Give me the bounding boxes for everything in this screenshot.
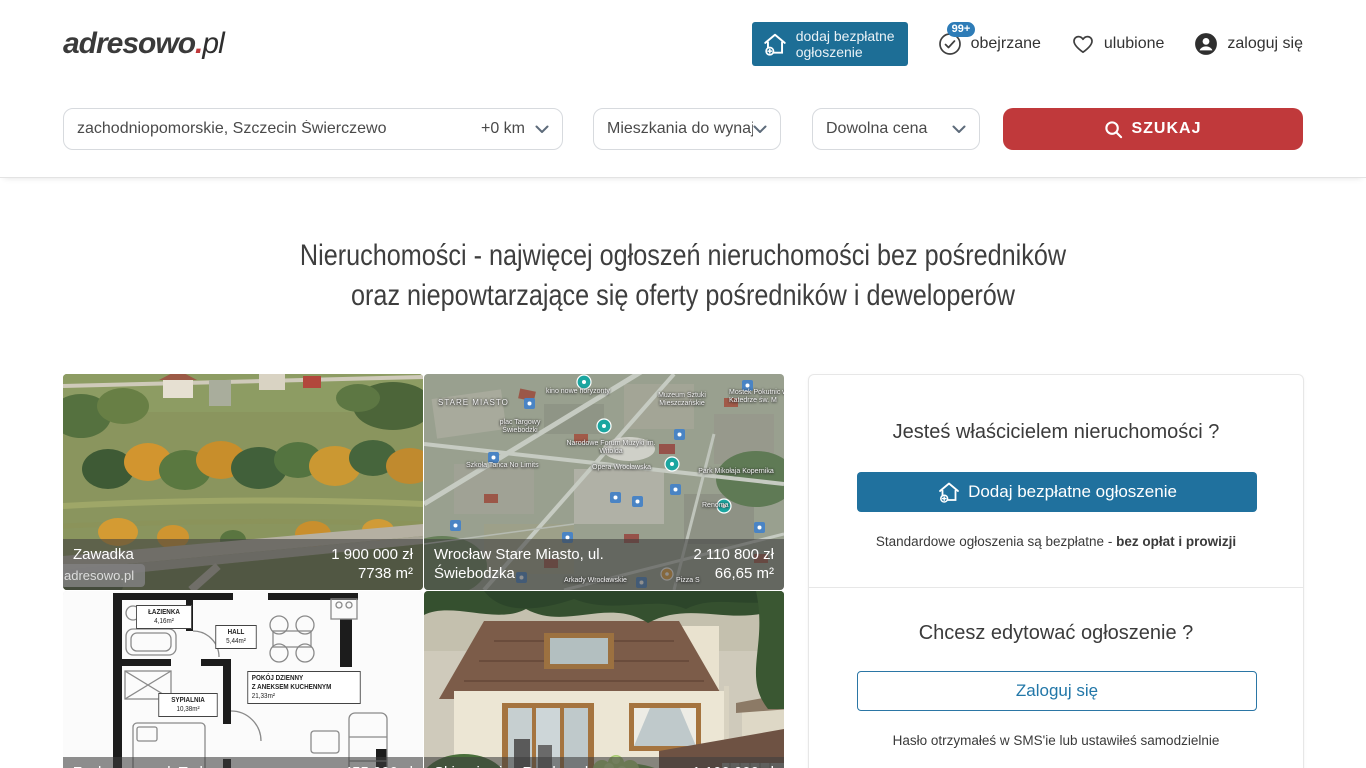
edit-note: Hasło otrzymałeś w SMS'ie lub ustawiłeś … [857, 733, 1255, 748]
search-icon [1104, 120, 1123, 139]
radius-value[interactable]: +0 km [481, 120, 525, 138]
listing-price-area: 1 900 000 zł 7738 m² [331, 545, 413, 583]
listing-name: Wrocław Stare Miasto, ul. Świebodzka [434, 545, 621, 583]
edit-title: Chcesz edytować ogłoszenie ? [857, 622, 1255, 645]
category-select[interactable]: Mieszkania do wynajęc [593, 108, 781, 150]
favorites-link[interactable]: ulubione [1071, 32, 1165, 56]
main-content: Nieruchomości - najwięcej ogłoszeń nieru… [63, 236, 1303, 768]
edit-section: Chcesz edytować ogłoszenie ? Zaloguj się… [809, 587, 1303, 768]
room-label: ŁAZIENKA 4,16m² [136, 605, 192, 629]
favorites-label: ulubione [1104, 35, 1165, 53]
owner-title: Jesteś właścicielem nieruchomości ? [857, 421, 1255, 444]
login-link[interactable]: zaloguj się [1194, 32, 1303, 56]
location-input[interactable]: zachodniopomorskie, Szczecin Świerczewo … [63, 108, 563, 150]
search-button[interactable]: SZUKAJ [1003, 108, 1303, 150]
house-photo [424, 591, 784, 768]
sidebar-add-listing-button[interactable]: Dodaj bezpłatne ogłoszenie [857, 472, 1257, 512]
sidebar-login-button[interactable]: Zaloguj się [857, 671, 1257, 711]
watermark: adresowo.pl [63, 564, 145, 587]
heart-icon [1071, 32, 1095, 56]
login-label: zaloguj się [1227, 35, 1303, 53]
search-button-label: SZUKAJ [1131, 120, 1201, 138]
chevron-down-icon [952, 125, 966, 134]
listing-card-zawadka[interactable]: Zawadka 1 900 000 zł 7738 m² adresowo.pl [63, 374, 423, 590]
top-header: adresowo.pl dodaj bezpłatne ogłoszenie [0, 0, 1366, 88]
viewed-label: obejrzane [971, 35, 1041, 53]
house-plus-icon [937, 480, 961, 504]
listing-card-wroclaw[interactable]: STARE MIASTO kino nowe horyzonty Muzeum … [424, 374, 784, 590]
check-circle-icon: 99+ [938, 32, 962, 56]
floorplan-image [63, 591, 423, 768]
price-value: Dowolna cena [826, 120, 952, 138]
price-select[interactable]: Dowolna cena [812, 108, 980, 150]
listing-card-zacharzyce[interactable]: ŁAZIENKA 4,16m² HALL 5,44m² POKÓJ DZIENN… [63, 591, 423, 768]
add-listing-line2: ogłoszenie [796, 44, 895, 60]
viewed-count-badge: 99+ [947, 22, 976, 37]
chevron-down-icon [535, 125, 549, 134]
search-bar: zachodniopomorskie, Szczecin Świerczewo … [0, 88, 1366, 178]
listing-overlay: Wrocław Stare Miasto, ul. Świebodzka 2 1… [424, 539, 784, 590]
room-label: POKÓJ DZIENNY Z ANEKSEM KUCHENNYM 21,33m… [247, 671, 360, 704]
room-label: HALL 5,44m² [215, 625, 256, 649]
logo-text: adresowo [63, 27, 195, 60]
listing-name: Zacharzyce, ul. Tadeusza [73, 763, 243, 768]
listing-price: 455 000 zł [344, 763, 413, 768]
header-actions: dodaj bezpłatne ogłoszenie 99+ obejrzane [752, 22, 1303, 66]
sidebar-add-listing-label: Dodaj bezpłatne ogłoszenie [968, 482, 1177, 502]
listing-price: 1 100 000 zł [692, 763, 774, 768]
listing-overlay: Zacharzyce, ul. Tadeusza 455 000 zł [63, 757, 423, 768]
location-value: zachodniopomorskie, Szczecin Świerczewo [77, 120, 481, 138]
owner-section: Jesteś właścicielem nieruchomości ? Doda… [809, 375, 1303, 587]
add-listing-button[interactable]: dodaj bezpłatne ogłoszenie [752, 22, 908, 66]
sidebar-login-label: Zaloguj się [1016, 681, 1098, 701]
viewed-link[interactable]: 99+ obejrzane [938, 32, 1041, 56]
logo[interactable]: adresowo.pl [63, 27, 224, 61]
category-value: Mieszkania do wynajęc [607, 120, 753, 138]
listing-card-skierniewice[interactable]: Skierniewice Rawka, ul. 1 100 000 zł [424, 591, 784, 768]
listings-grid: Zawadka 1 900 000 zł 7738 m² adresowo.pl [63, 374, 784, 768]
listing-price-area: 2 110 800 zł 66,65 m² [693, 545, 774, 583]
listing-name: Skierniewice Rawka, ul. [434, 763, 592, 768]
add-listing-line1: dodaj bezpłatne [796, 28, 895, 44]
room-label: SYPIALNIA 10,38m² [158, 693, 217, 717]
chevron-down-icon [753, 125, 767, 134]
sidebar-card: Jesteś właścicielem nieruchomości ? Doda… [808, 374, 1304, 768]
account-icon [1194, 32, 1218, 56]
owner-note: Standardowe ogłoszenia są bezpłatne - be… [857, 534, 1255, 549]
house-plus-icon [762, 31, 788, 57]
page-title: Nieruchomości - najwięcej ogłoszeń nieru… [162, 236, 1204, 316]
listing-overlay: Skierniewice Rawka, ul. 1 100 000 zł [424, 757, 784, 768]
